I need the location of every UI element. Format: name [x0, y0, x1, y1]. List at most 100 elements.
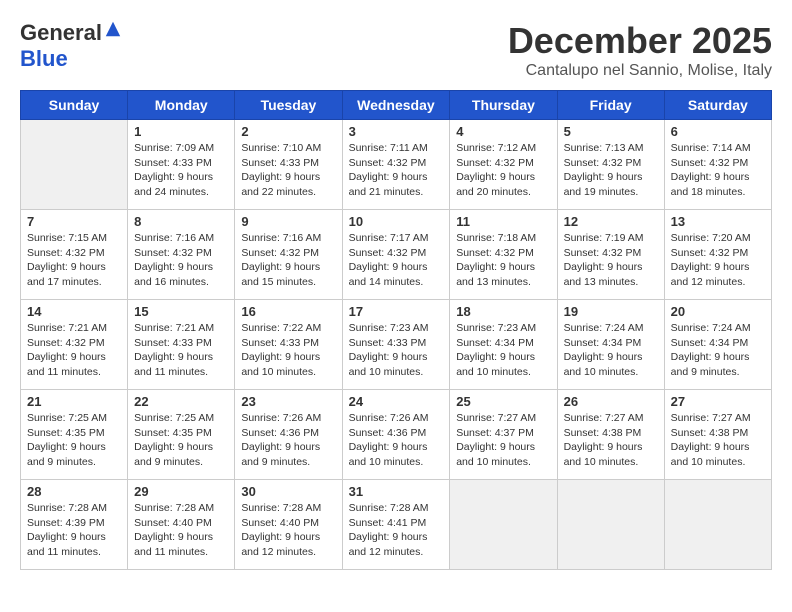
calendar-week-3: 14 Sunrise: 7:21 AMSunset: 4:32 PMDayligh…: [21, 300, 772, 390]
cell-info: Sunrise: 7:22 AMSunset: 4:33 PMDaylight:…: [241, 321, 335, 380]
day-number: 4: [456, 124, 550, 139]
cell-info: Sunrise: 7:19 AMSunset: 4:32 PMDaylight:…: [564, 231, 658, 290]
cell-info: Sunrise: 7:24 AMSunset: 4:34 PMDaylight:…: [671, 321, 765, 380]
calendar-cell: [557, 480, 664, 570]
day-number: 1: [134, 124, 228, 139]
cell-info: Sunrise: 7:16 AMSunset: 4:32 PMDaylight:…: [134, 231, 228, 290]
day-number: 9: [241, 214, 335, 229]
day-number: 24: [349, 394, 444, 409]
calendar-cell: 6 Sunrise: 7:14 AMSunset: 4:32 PMDaylight…: [664, 120, 771, 210]
cell-info: Sunrise: 7:25 AMSunset: 4:35 PMDaylight:…: [27, 411, 121, 470]
day-number: 28: [27, 484, 121, 499]
cell-info: Sunrise: 7:27 AMSunset: 4:38 PMDaylight:…: [671, 411, 765, 470]
calendar-cell: 22 Sunrise: 7:25 AMSunset: 4:35 PMDayligh…: [128, 390, 235, 480]
cell-info: Sunrise: 7:28 AMSunset: 4:40 PMDaylight:…: [134, 501, 228, 560]
column-header-sunday: Sunday: [21, 91, 128, 120]
calendar-cell: 14 Sunrise: 7:21 AMSunset: 4:32 PMDayligh…: [21, 300, 128, 390]
calendar-table: SundayMondayTuesdayWednesdayThursdayFrid…: [20, 90, 772, 570]
cell-info: Sunrise: 7:21 AMSunset: 4:32 PMDaylight:…: [27, 321, 121, 380]
title-area: December 2025 Cantalupo nel Sannio, Moli…: [508, 20, 772, 80]
cell-info: Sunrise: 7:09 AMSunset: 4:33 PMDaylight:…: [134, 141, 228, 200]
day-number: 2: [241, 124, 335, 139]
cell-info: Sunrise: 7:14 AMSunset: 4:32 PMDaylight:…: [671, 141, 765, 200]
calendar-cell: 12 Sunrise: 7:19 AMSunset: 4:32 PMDayligh…: [557, 210, 664, 300]
calendar-cell: [21, 120, 128, 210]
day-number: 15: [134, 304, 228, 319]
calendar-cell: 9 Sunrise: 7:16 AMSunset: 4:32 PMDaylight…: [235, 210, 342, 300]
calendar-cell: 3Sunrise: 7:11 AMSunset: 4:32 PMDaylight…: [342, 120, 450, 210]
day-number: 22: [134, 394, 228, 409]
day-number: 8: [134, 214, 228, 229]
calendar-cell: 1 Sunrise: 7:09 AMSunset: 4:33 PMDaylight…: [128, 120, 235, 210]
calendar-cell: [664, 480, 771, 570]
calendar-cell: 27 Sunrise: 7:27 AMSunset: 4:38 PMDayligh…: [664, 390, 771, 480]
calendar-week-5: 28 Sunrise: 7:28 AMSunset: 4:39 PMDayligh…: [21, 480, 772, 570]
calendar-cell: 4Sunrise: 7:12 AMSunset: 4:32 PMDaylight…: [450, 120, 557, 210]
cell-info: Sunrise: 7:24 AMSunset: 4:34 PMDaylight:…: [564, 321, 658, 380]
calendar-cell: 8 Sunrise: 7:16 AMSunset: 4:32 PMDaylight…: [128, 210, 235, 300]
calendar-cell: 13 Sunrise: 7:20 AMSunset: 4:32 PMDayligh…: [664, 210, 771, 300]
day-number: 13: [671, 214, 765, 229]
calendar-cell: 7 Sunrise: 7:15 AMSunset: 4:32 PMDaylight…: [21, 210, 128, 300]
cell-info: Sunrise: 7:18 AMSunset: 4:32 PMDaylight:…: [456, 231, 550, 290]
calendar-cell: 31 Sunrise: 7:28 AMSunset: 4:41 PMDayligh…: [342, 480, 450, 570]
day-number: 16: [241, 304, 335, 319]
day-number: 12: [564, 214, 658, 229]
cell-info: Sunrise: 7:23 AMSunset: 4:34 PMDaylight:…: [456, 321, 550, 380]
column-header-wednesday: Wednesday: [342, 91, 450, 120]
cell-info: Sunrise: 7:26 AMSunset: 4:36 PMDaylight:…: [241, 411, 335, 470]
day-number: 11: [456, 214, 550, 229]
page-header: General Blue December 2025 Cantalupo nel…: [20, 20, 772, 80]
calendar-week-2: 7 Sunrise: 7:15 AMSunset: 4:32 PMDaylight…: [21, 210, 772, 300]
day-number: 14: [27, 304, 121, 319]
day-number: 20: [671, 304, 765, 319]
day-number: 26: [564, 394, 658, 409]
calendar-cell: 15 Sunrise: 7:21 AMSunset: 4:33 PMDayligh…: [128, 300, 235, 390]
calendar-cell: 5 Sunrise: 7:13 AMSunset: 4:32 PMDaylight…: [557, 120, 664, 210]
cell-info: Sunrise: 7:27 AMSunset: 4:37 PMDaylight:…: [456, 411, 550, 470]
cell-info: Sunrise: 7:28 AMSunset: 4:41 PMDaylight:…: [349, 501, 444, 560]
cell-info: Sunrise: 7:17 AMSunset: 4:32 PMDaylight:…: [349, 231, 444, 290]
calendar-cell: 24 Sunrise: 7:26 AMSunset: 4:36 PMDayligh…: [342, 390, 450, 480]
location-title: Cantalupo nel Sannio, Molise, Italy: [508, 62, 772, 80]
calendar-header-row: SundayMondayTuesdayWednesdayThursdayFrid…: [21, 91, 772, 120]
calendar-cell: 2Sunrise: 7:10 AMSunset: 4:33 PMDaylight…: [235, 120, 342, 210]
column-header-thursday: Thursday: [450, 91, 557, 120]
calendar-cell: 20 Sunrise: 7:24 AMSunset: 4:34 PMDayligh…: [664, 300, 771, 390]
calendar-cell: 21Sunrise: 7:25 AMSunset: 4:35 PMDayligh…: [21, 390, 128, 480]
cell-info: Sunrise: 7:28 AMSunset: 4:40 PMDaylight:…: [241, 501, 335, 560]
logo-blue-text: Blue: [20, 46, 68, 72]
cell-info: Sunrise: 7:25 AMSunset: 4:35 PMDaylight:…: [134, 411, 228, 470]
day-number: 7: [27, 214, 121, 229]
logo: General Blue: [20, 20, 122, 72]
day-number: 30: [241, 484, 335, 499]
cell-info: Sunrise: 7:20 AMSunset: 4:32 PMDaylight:…: [671, 231, 765, 290]
calendar-cell: [450, 480, 557, 570]
calendar-cell: 19Sunrise: 7:24 AMSunset: 4:34 PMDayligh…: [557, 300, 664, 390]
calendar-cell: 28 Sunrise: 7:28 AMSunset: 4:39 PMDayligh…: [21, 480, 128, 570]
column-header-tuesday: Tuesday: [235, 91, 342, 120]
calendar-cell: 17Sunrise: 7:23 AMSunset: 4:33 PMDayligh…: [342, 300, 450, 390]
day-number: 3: [349, 124, 444, 139]
cell-info: Sunrise: 7:16 AMSunset: 4:32 PMDaylight:…: [241, 231, 335, 290]
day-number: 25: [456, 394, 550, 409]
cell-info: Sunrise: 7:26 AMSunset: 4:36 PMDaylight:…: [349, 411, 444, 470]
day-number: 27: [671, 394, 765, 409]
cell-info: Sunrise: 7:13 AMSunset: 4:32 PMDaylight:…: [564, 141, 658, 200]
calendar-cell: 23Sunrise: 7:26 AMSunset: 4:36 PMDayligh…: [235, 390, 342, 480]
cell-info: Sunrise: 7:15 AMSunset: 4:32 PMDaylight:…: [27, 231, 121, 290]
month-title: December 2025: [508, 20, 772, 62]
day-number: 31: [349, 484, 444, 499]
day-number: 18: [456, 304, 550, 319]
calendar-week-1: 1 Sunrise: 7:09 AMSunset: 4:33 PMDaylight…: [21, 120, 772, 210]
calendar-week-4: 21Sunrise: 7:25 AMSunset: 4:35 PMDayligh…: [21, 390, 772, 480]
logo-icon: [104, 20, 122, 38]
day-number: 5: [564, 124, 658, 139]
column-header-monday: Monday: [128, 91, 235, 120]
day-number: 6: [671, 124, 765, 139]
cell-info: Sunrise: 7:28 AMSunset: 4:39 PMDaylight:…: [27, 501, 121, 560]
calendar-cell: 10Sunrise: 7:17 AMSunset: 4:32 PMDayligh…: [342, 210, 450, 300]
calendar-cell: 29Sunrise: 7:28 AMSunset: 4:40 PMDayligh…: [128, 480, 235, 570]
cell-info: Sunrise: 7:21 AMSunset: 4:33 PMDaylight:…: [134, 321, 228, 380]
calendar-cell: 25 Sunrise: 7:27 AMSunset: 4:37 PMDayligh…: [450, 390, 557, 480]
